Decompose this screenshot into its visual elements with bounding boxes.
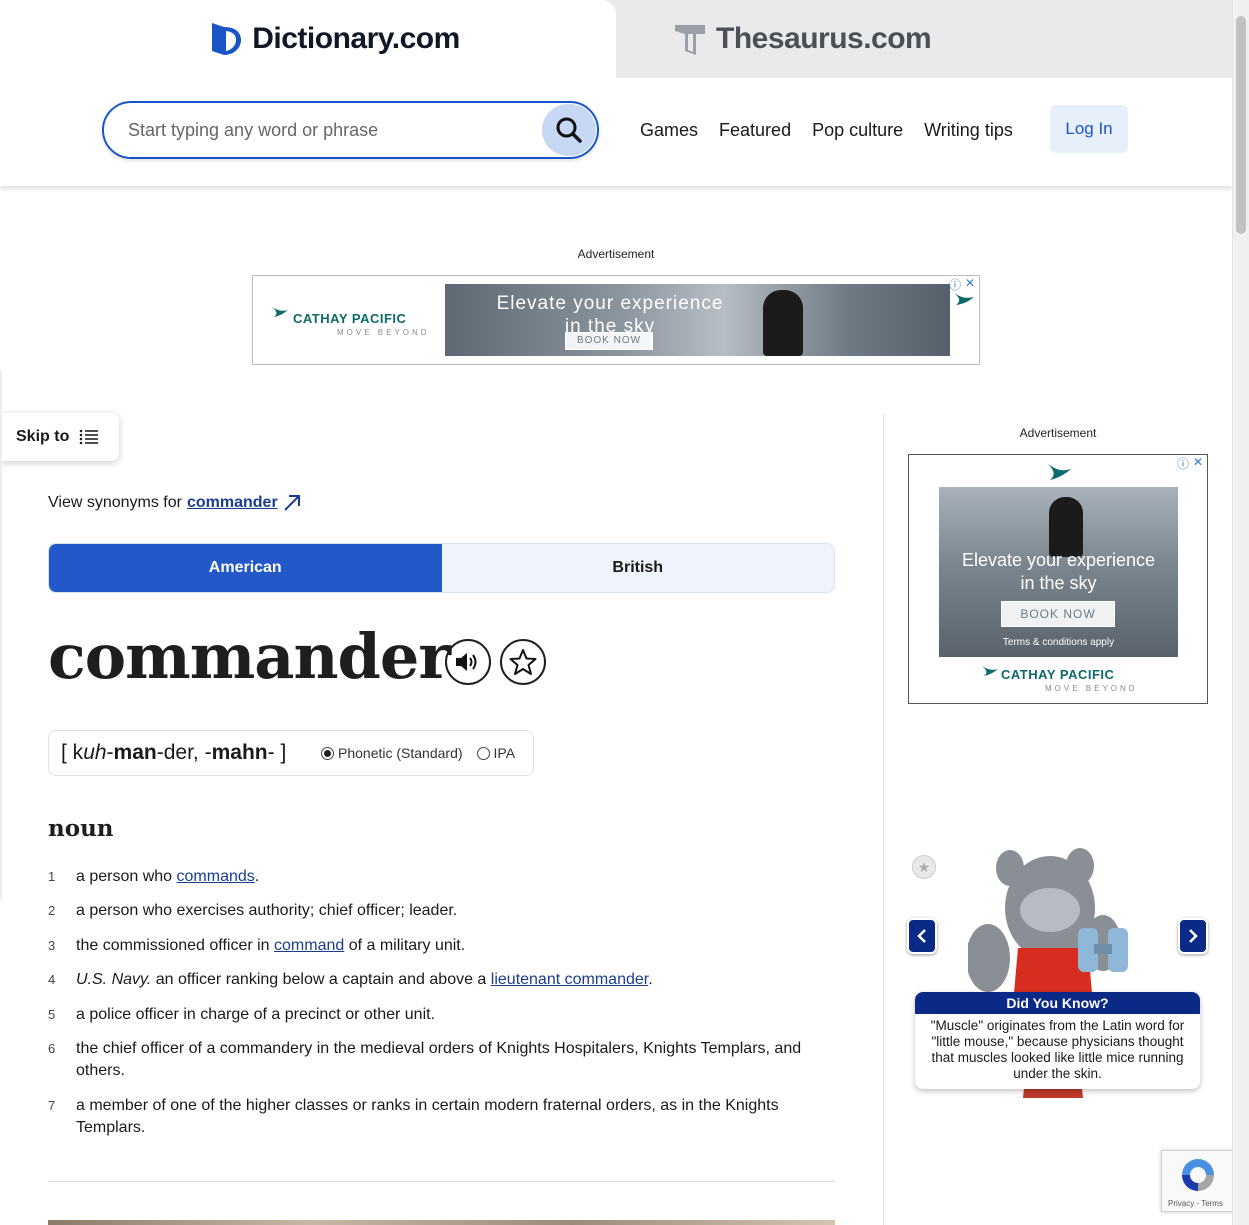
headword: commander	[48, 620, 451, 693]
audio-button[interactable]	[445, 639, 491, 685]
dictionary-logo-text: Dictionary.com	[252, 22, 460, 55]
scrollbar-thumb[interactable]	[1236, 16, 1246, 234]
recaptcha-badge[interactable]: Privacy - Terms	[1161, 1150, 1233, 1212]
tab-american[interactable]: American	[49, 544, 442, 592]
ad-brand-tagline: MOVE BEYOND	[337, 328, 430, 337]
carousel-next-button[interactable]	[1178, 918, 1208, 954]
skip-to-label: Skip to	[16, 428, 70, 445]
did-you-know-card: Did You Know? "Muscle" originates from t…	[915, 992, 1200, 1089]
search-input[interactable]	[128, 103, 528, 157]
main-nav: Games Featured Pop culture Writing tips	[640, 120, 1013, 141]
label-ipa: IPA	[493, 745, 516, 761]
synonyms-prefix: View synonyms for	[48, 494, 182, 511]
definition-link[interactable]: commands	[177, 868, 255, 885]
scrollbar[interactable]	[1232, 0, 1249, 1225]
pronunciation-options: Phonetic (Standard) IPA	[321, 745, 515, 761]
cathay-bird-icon-footer	[982, 666, 998, 676]
definition-link[interactable]: lieutenant commander	[491, 971, 648, 988]
dictionary-logo-icon	[212, 23, 242, 55]
ad-image-side: Elevate your experience in the sky BOOK …	[939, 487, 1178, 657]
ad-close-icon[interactable]: ✕	[965, 276, 975, 290]
ad-terms-side: Terms & conditions apply	[1002, 637, 1115, 648]
ad-banner-side[interactable]: ⓘ ✕ Elevate your experience in the sky B…	[908, 454, 1208, 704]
did-you-know-body: "Muscle" originates from the Latin word …	[930, 1018, 1185, 1081]
ad-image-top: Elevate your experience in the sky BOOK …	[445, 284, 950, 356]
skip-to-button[interactable]: Skip to	[0, 413, 119, 461]
section-divider	[48, 1181, 835, 1182]
dictionary-logo: Dictionary.com	[210, 21, 460, 57]
search-bar	[102, 101, 599, 159]
ad-brand-name-side: CATHAY PACIFIC	[1001, 667, 1115, 682]
thesaurus-logo-text: Thesaurus.com	[716, 22, 932, 55]
ad-cta-side[interactable]: BOOK NOW	[1001, 601, 1115, 627]
dialect-toggle: American British	[48, 543, 835, 593]
definition-link[interactable]: command	[274, 937, 344, 954]
speaker-icon	[456, 653, 477, 671]
tab-british[interactable]: British	[441, 544, 834, 592]
list-icon	[80, 429, 99, 445]
nav-games[interactable]: Games	[640, 120, 698, 141]
image-strip	[48, 1220, 835, 1225]
ad-brand-name: CATHAY PACIFIC	[293, 311, 407, 326]
synonyms-link[interactable]: commander	[187, 494, 278, 512]
external-arrow-icon[interactable]	[283, 494, 301, 512]
widget-logo-icon: ★	[912, 855, 936, 879]
ad-label-top: Advertisement	[577, 247, 655, 261]
chevron-right-icon	[1189, 929, 1198, 943]
ad-info-icon-side[interactable]: ⓘ	[1177, 455, 1189, 472]
carousel-prev-button[interactable]	[907, 918, 937, 954]
star-icon	[509, 649, 537, 675]
part-of-speech: noun	[48, 815, 114, 842]
radio-phonetic[interactable]	[321, 746, 334, 760]
ad-close-icon-side[interactable]: ✕	[1193, 455, 1203, 469]
nav-writing-tips[interactable]: Writing tips	[924, 120, 1013, 141]
pronunciation-text: [ kuh-man-der, -mahn- ]	[61, 741, 287, 764]
ad-brand-tagline-side: MOVE BEYOND	[1045, 684, 1138, 693]
view-synonyms: View synonyms for commander	[48, 494, 301, 512]
ad-label-side: Advertisement	[1019, 426, 1097, 440]
ad-cta-top[interactable]: BOOK NOW	[565, 332, 653, 350]
label-phonetic: Phonetic (Standard)	[338, 745, 463, 761]
nav-pop-culture[interactable]: Pop culture	[812, 120, 903, 141]
favorite-button[interactable]	[500, 639, 546, 685]
pronunciation-box: [ kuh-man-der, -mahn- ] Phonetic (Standa…	[48, 730, 534, 776]
tab-dictionary[interactable]: Dictionary.com	[0, 0, 616, 78]
search-button[interactable]	[542, 104, 596, 156]
sidebar-divider	[883, 413, 884, 1225]
nav-featured[interactable]: Featured	[719, 120, 791, 141]
site-tabs: Dictionary.com Thesaurus.com	[0, 0, 1232, 78]
cathay-bird-icon	[272, 307, 288, 317]
did-you-know-title: Did You Know?	[915, 992, 1200, 1014]
recaptcha-icon	[1182, 1159, 1214, 1191]
thesaurus-logo-icon	[675, 25, 705, 55]
tab-thesaurus[interactable]: Thesaurus.com	[616, 0, 1232, 78]
chevron-left-icon	[917, 929, 926, 943]
page-edge	[0, 370, 2, 900]
site-header: Games Featured Pop culture Writing tips …	[0, 78, 1232, 186]
recaptcha-terms[interactable]: Privacy - Terms	[1168, 1199, 1223, 1208]
search-icon	[556, 117, 582, 143]
login-button[interactable]: Log In	[1050, 105, 1128, 153]
ad-headline-side: Elevate your experience in the sky	[961, 550, 1156, 593]
ad-person-side	[1049, 497, 1083, 557]
cathay-bird-icon-right	[954, 293, 974, 305]
radio-ipa[interactable]	[476, 746, 490, 760]
ad-banner-top[interactable]: CATHAY PACIFIC MOVE BEYOND Elevate your …	[252, 275, 980, 365]
cathay-bird-icon-side	[1048, 464, 1071, 480]
thesaurus-logo: Thesaurus.com	[674, 22, 932, 56]
